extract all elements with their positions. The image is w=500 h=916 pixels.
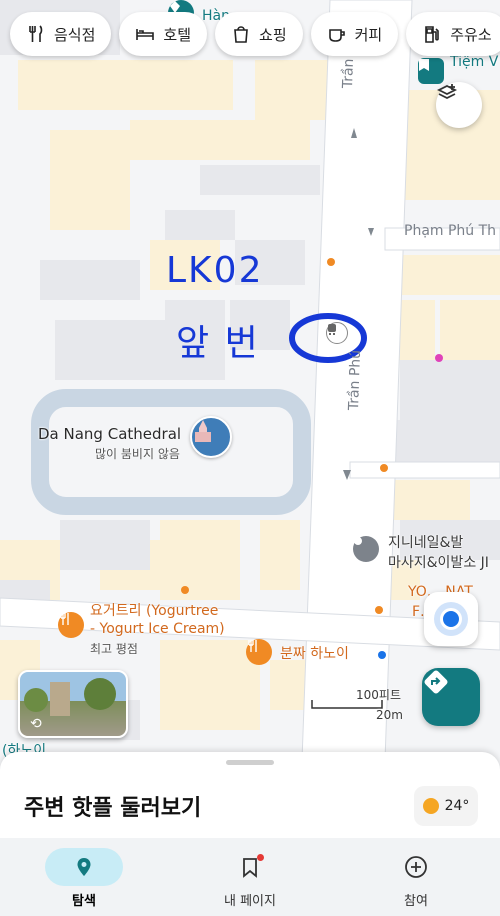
nav-my-page-label: 내 페이지	[224, 894, 276, 909]
yogurtree-badge: 최고 평점	[90, 642, 138, 656]
layers-plus-icon	[436, 84, 458, 100]
handwritten-note-line2: 앞 번	[176, 323, 260, 364]
temperature: 24°	[444, 798, 470, 814]
chip-coffee[interactable]: 커피	[310, 12, 399, 56]
chip-hotel[interactable]: 호텔	[119, 12, 208, 56]
scale-meters: 20m	[376, 708, 403, 722]
nail-salon-pin[interactable]	[353, 536, 379, 562]
yogurtree-name-line1: 요거트리 (Yogurtree	[90, 603, 219, 619]
nav-explore[interactable]: 탐색	[24, 848, 144, 909]
bottom-sheet[interactable]: 주변 핫플 둘러보기 24°	[0, 752, 500, 842]
bottom-nav: 탐색 내 페이지 참여	[0, 838, 500, 916]
chip-shopping[interactable]: 쇼핑	[215, 12, 303, 56]
cathedral-crowd-status: 많이 붐비지 않음	[95, 447, 180, 461]
sheet-title: 주변 핫플 둘러보기	[24, 796, 202, 821]
buncha-name: 분짜 하노이	[280, 646, 349, 662]
chip-hotel-label: 호텔	[163, 25, 192, 44]
handwritten-note-line1: LK02	[166, 250, 264, 291]
nav-contribute-label: 참여	[404, 894, 428, 909]
gas-station-icon	[425, 26, 440, 43]
my-location-button[interactable]	[424, 592, 478, 646]
scale-feet: 100피트	[356, 688, 401, 702]
coffee-cup-icon	[328, 29, 345, 42]
layers-button[interactable]	[436, 82, 482, 128]
chip-restaurant[interactable]: 음식점	[10, 12, 112, 56]
rotate-360-icon: ⟲	[30, 716, 42, 732]
chip-coffee-label: 커피	[354, 25, 383, 44]
restaurant-pin-buncha[interactable]	[246, 639, 272, 665]
sheet-drag-handle[interactable]	[226, 760, 274, 765]
shopping-bag-icon	[234, 26, 248, 43]
nav-contribute[interactable]: 참여	[356, 848, 476, 909]
sun-icon	[422, 798, 439, 814]
map-pin-icon	[77, 858, 91, 876]
chip-gas-station-label: 주유소	[450, 25, 492, 44]
restaurant-pin-yogurtree[interactable]	[58, 612, 84, 638]
directions-icon	[424, 670, 448, 694]
cathedral-photo-pin[interactable]	[190, 416, 232, 458]
chip-restaurant-label: 음식점	[54, 25, 96, 44]
chip-shopping-label: 쇼핑	[259, 25, 287, 44]
chip-gas-station[interactable]: 주유소	[406, 12, 500, 56]
weather-badge[interactable]: 24°	[414, 786, 478, 826]
plus-circle-icon	[405, 856, 427, 878]
nail-salon-name-line2: 마사지&이발소 JI	[388, 555, 489, 571]
location-dot-icon	[440, 608, 462, 630]
yogurtree-name-line2: - Yogurt Ice Cream)	[90, 621, 225, 637]
directions-button[interactable]	[422, 668, 480, 726]
notification-dot	[257, 854, 264, 861]
category-chips: 음식점 호텔 쇼핑 커피 주유소	[10, 12, 500, 58]
map-view[interactable]: Hàn Tiệm V Trần Phú Trần Phú Phạm Phú Th…	[0, 0, 500, 760]
right-poi-pin[interactable]	[418, 58, 444, 84]
nail-salon-name-line1: 지니네일&발	[388, 535, 464, 551]
cathedral-name: Da Nang Cathedral	[38, 425, 182, 443]
street-tran-phu-mid: Trần Phú	[346, 349, 365, 411]
nav-my-page[interactable]: 내 페이지	[190, 848, 310, 909]
bed-icon	[136, 29, 155, 40]
bus-stop-icon[interactable]	[326, 322, 348, 344]
street-pham-phu-thu: Phạm Phú Th	[404, 223, 497, 239]
nav-explore-label: 탐색	[72, 894, 96, 909]
street-view-thumbnail[interactable]: ⟲	[18, 670, 128, 738]
fork-knife-icon	[29, 25, 43, 42]
